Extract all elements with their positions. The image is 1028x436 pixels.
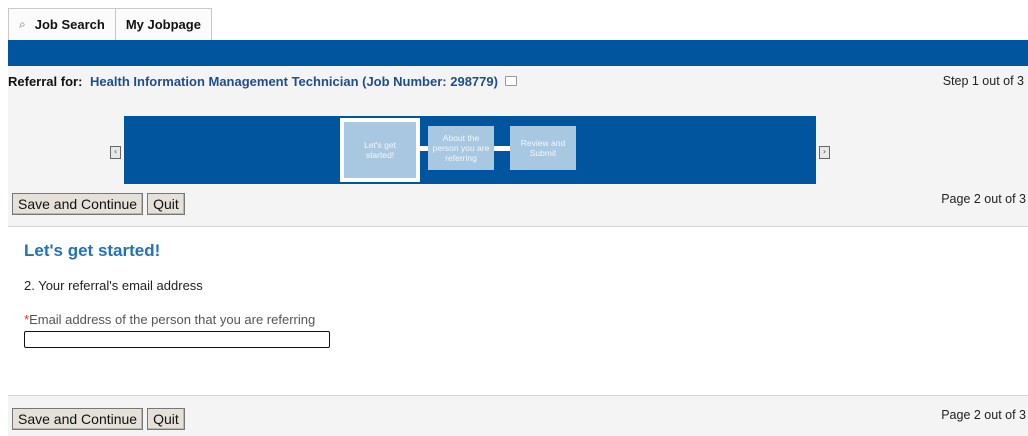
chevron-right-icon[interactable]: › — [819, 146, 830, 159]
top-tabs: ⌕ Job Search My Jobpage — [8, 8, 212, 40]
chevron-left-icon[interactable]: ‹ — [110, 146, 121, 159]
top-button-row: Save and Continue Quit — [12, 193, 185, 215]
tab-label: Job Search — [34, 17, 105, 32]
quit-button[interactable]: Quit — [147, 193, 185, 215]
bottom-button-row: Save and Continue Quit — [12, 408, 185, 430]
save-and-continue-button[interactable]: Save and Continue — [12, 193, 144, 215]
progress-step-label: Review and Submit — [520, 138, 566, 158]
tab-label: My Jobpage — [125, 17, 201, 32]
save-and-continue-button[interactable]: Save and Continue — [12, 408, 144, 430]
section-title: Let's get started! — [24, 241, 161, 260]
progress-step-2[interactable]: About the person you are referring — [428, 126, 494, 170]
search-icon: ⌕ — [19, 17, 26, 31]
progress-step-label: About the person you are referring — [432, 133, 490, 163]
referral-header-panel: Referral for: Health Information Managem… — [8, 66, 1028, 227]
quit-button[interactable]: Quit — [147, 408, 185, 430]
progress-connector — [494, 146, 510, 151]
referral-label: Referral for: — [8, 74, 83, 89]
email-field-label: *Email address of the person that you ar… — [24, 312, 315, 327]
step-indicator: Step 1 out of 3 — [942, 74, 1024, 88]
referral-line: Referral for: Health Information Managem… — [8, 74, 517, 89]
email-label-text: Email address of the person that you are… — [29, 312, 316, 327]
question-text: 2. Your referral's email address — [24, 278, 203, 293]
page-indicator: Page 2 out of 3 — [941, 192, 1026, 206]
progress-step-3[interactable]: Review and Submit — [510, 126, 576, 170]
page-indicator: Page 2 out of 3 — [941, 408, 1026, 422]
progress-step-label: Let's get started! — [364, 140, 396, 160]
progress-connector — [420, 146, 428, 151]
comment-icon[interactable] — [504, 76, 517, 86]
email-field[interactable] — [24, 331, 330, 348]
tab-job-search[interactable]: ⌕ Job Search — [8, 8, 116, 40]
progress-step-1[interactable]: Let's get started! — [340, 118, 420, 182]
header-bar — [8, 40, 1028, 66]
tab-my-jobpage[interactable]: My Jobpage — [115, 8, 212, 40]
bottom-button-panel: Save and Continue Quit Page 2 out of 3 — [8, 395, 1028, 436]
job-title: Health Information Management Technician… — [90, 74, 498, 89]
